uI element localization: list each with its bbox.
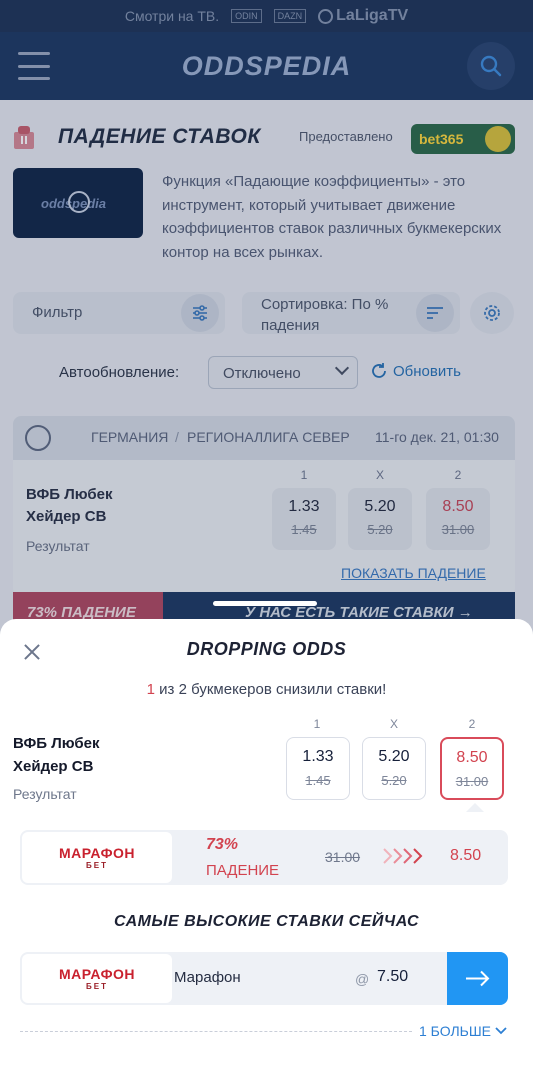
drop-summary-text: из 2 букмекеров снизили ставки! xyxy=(155,681,387,698)
marathonbet-logo[interactable]: МАРАФОН БЕТ xyxy=(22,832,172,883)
column-header-x: X xyxy=(389,717,398,731)
marathonbet-logo[interactable]: МАРАФОН БЕТ xyxy=(22,954,172,1003)
old-odd: 31.00 xyxy=(325,849,361,865)
sheet-drag-handle[interactable] xyxy=(213,601,317,606)
odd-previous: 31.00 xyxy=(455,774,489,789)
bookmaker-drop-row[interactable]: МАРАФОН БЕТ 73% ПАДЕНИЕ 31.00 8.50 xyxy=(20,830,508,885)
divider xyxy=(20,1031,412,1032)
drop-summary: 1 из 2 букмекеров снизили ставки! xyxy=(0,681,533,698)
drop-summary-count: 1 xyxy=(146,681,155,698)
odd-current: 1.33 xyxy=(302,748,334,765)
new-odd: 8.50 xyxy=(450,847,482,864)
odd-current: 5.20 xyxy=(378,748,410,765)
drop-label: ПАДЕНИЕ xyxy=(206,862,280,879)
logo-main-text: МАРАФОН xyxy=(58,966,136,982)
logo-main-text: МАРАФОН xyxy=(58,845,136,861)
odd-button-x[interactable]: 5.20 5.20 xyxy=(362,737,426,800)
column-header-2: 2 xyxy=(468,717,476,731)
odd-previous: 5.20 xyxy=(381,773,407,788)
dropping-odds-sheet: DROPPING ODDS 1 из 2 букмекеров снизили … xyxy=(0,619,533,1080)
go-to-bookmaker-button[interactable] xyxy=(447,952,508,1005)
best-odd: 7.50 xyxy=(377,968,409,985)
best-odds-row[interactable]: МАРАФОН БЕТ Марафон @ 7.50 xyxy=(20,952,508,1005)
logo-sub-text: БЕТ xyxy=(86,861,108,870)
bookmaker-name: Марафон xyxy=(174,969,241,986)
market-label: Результат xyxy=(13,786,77,802)
odd-button-1[interactable]: 1.33 1.45 xyxy=(286,737,350,800)
home-team: ВФБ Любек xyxy=(13,735,100,752)
column-header-1: 1 xyxy=(313,717,321,731)
arrow-right-icon xyxy=(466,970,490,987)
odd-button-2-selected[interactable]: 8.50 31.00 xyxy=(440,737,504,800)
drop-percent: 73% xyxy=(206,836,239,853)
show-more-label: 1 БОЛЬШЕ xyxy=(419,1023,491,1039)
chevron-down-icon xyxy=(495,1027,507,1035)
best-odds-title: САМЫЕ ВЫСОКИЕ СТАВКИ СЕЙЧАС xyxy=(113,913,420,930)
odd-current: 8.50 xyxy=(456,749,488,766)
away-team: Хейдер СВ xyxy=(13,758,94,775)
selection-pointer xyxy=(466,803,484,812)
sheet-title: DROPPING ODDS xyxy=(186,639,347,659)
show-more-button[interactable]: 1 БОЛЬШЕ xyxy=(419,1023,507,1039)
at-sign: @ xyxy=(355,971,370,987)
logo-sub-text: БЕТ xyxy=(86,982,108,991)
chevrons-right-icon xyxy=(383,848,423,864)
odd-previous: 1.45 xyxy=(305,773,331,788)
